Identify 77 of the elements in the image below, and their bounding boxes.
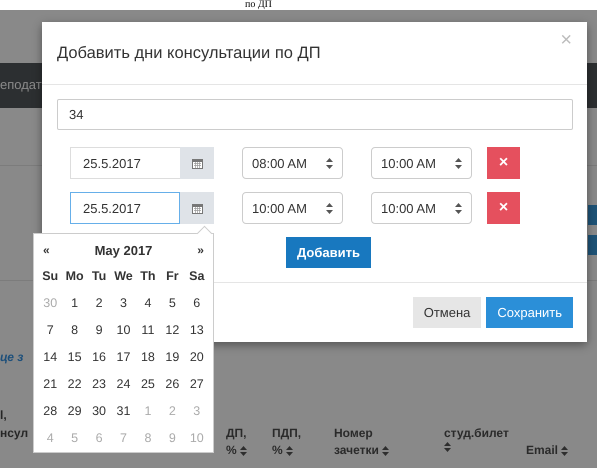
calendar-icon <box>192 202 202 214</box>
calendar-day[interactable]: 27 <box>184 370 209 397</box>
calendar-day[interactable]: 23 <box>86 370 112 397</box>
sort-icon <box>444 442 451 452</box>
calendar-day[interactable]: 25 <box>136 370 160 397</box>
calendar-day[interactable]: 24 <box>111 370 136 397</box>
column-header[interactable]: зачетки <box>334 442 444 459</box>
calendar-icon <box>192 158 202 168</box>
calendar-day[interactable]: 6 <box>184 289 209 316</box>
calendar-day[interactable]: 13 <box>184 316 209 343</box>
date-field[interactable]: 25.5.2017 <box>70 192 180 224</box>
calendar-button[interactable] <box>180 192 214 224</box>
weekday-label: Tu <box>90 268 108 284</box>
spinner-icon <box>326 202 333 214</box>
column-header[interactable]: Email <box>526 442 586 459</box>
calendar-day[interactable]: 22 <box>62 370 87 397</box>
calendar-day[interactable]: 31 <box>111 397 136 424</box>
weekday-label: Sa <box>188 268 206 284</box>
column-header[interactable]: ДП, <box>226 425 272 442</box>
column-header[interactable]: ПДП, <box>272 425 334 442</box>
remove-button[interactable]: × <box>487 147 520 179</box>
calendar-day[interactable]: 30 <box>86 397 112 424</box>
calendar-day[interactable]: 5 <box>160 289 185 316</box>
nav-link[interactable]: еподат <box>0 77 42 92</box>
weekday-label: Mo <box>64 268 85 284</box>
calendar-day[interactable]: 11 <box>136 316 160 343</box>
input-field[interactable]: 34 <box>57 99 573 130</box>
calendar-day[interactable]: 1 <box>62 289 87 316</box>
column-header[interactable]: % <box>226 442 272 459</box>
sort-icon <box>561 446 568 456</box>
prev-month-button[interactable]: « <box>38 243 55 257</box>
calendar-day[interactable]: 14 <box>38 343 62 370</box>
calendar-day[interactable]: 19 <box>160 343 185 370</box>
time-select[interactable]: 10:00 AM <box>371 147 472 179</box>
calendar-day[interactable]: 20 <box>184 343 209 370</box>
spinner-icon <box>455 158 462 168</box>
column-header[interactable]: студ.билет <box>444 425 526 442</box>
weekday-label: Th <box>139 268 157 284</box>
calendar-day[interactable]: 9 <box>86 316 112 343</box>
sort-icon <box>286 446 293 456</box>
weekday-label: Fr <box>165 268 180 284</box>
sort-icon <box>240 446 247 456</box>
page-heading: по ДП <box>245 0 272 10</box>
calendar-day[interactable]: 12 <box>160 316 185 343</box>
column-header: l, <box>0 408 7 422</box>
time-select[interactable]: 10:00 AM <box>242 192 343 224</box>
column-header[interactable]: % <box>272 442 334 459</box>
calendar-day[interactable]: 8 <box>62 316 87 343</box>
calendar-day[interactable]: 29 <box>62 397 87 424</box>
next-month-button[interactable]: » <box>192 243 209 257</box>
calendar-day[interactable]: 17 <box>111 343 136 370</box>
remove-button[interactable]: × <box>487 192 520 224</box>
spinner-icon <box>326 158 333 168</box>
calendar-button[interactable] <box>180 147 214 179</box>
calendar-day[interactable]: 28 <box>38 397 62 424</box>
calendar-day[interactable]: 21 <box>38 370 62 397</box>
column-header: нсул <box>0 426 28 440</box>
calendar-day[interactable]: 16 <box>86 343 112 370</box>
weekday-label: We <box>113 268 134 284</box>
cancel-button[interactable]: Отмена <box>412 297 482 328</box>
spinner-icon <box>455 202 462 214</box>
calendar-day[interactable]: 2 <box>86 289 112 316</box>
time-select[interactable]: 08:00 AM <box>242 147 343 179</box>
calendar-day[interactable]: 18 <box>136 343 160 370</box>
calendar-day[interactable]: 15 <box>62 343 87 370</box>
calendar-day[interactable]: 26 <box>160 370 185 397</box>
calendar-day[interactable]: 7 <box>38 316 62 343</box>
modal-title: Добавить дни консультации по ДП <box>57 44 321 62</box>
column-header[interactable]: Номер <box>334 425 444 442</box>
month-label[interactable]: May 2017 <box>88 242 158 258</box>
calendar-day[interactable]: 10 <box>111 316 136 343</box>
weekday-label: Su <box>41 268 60 284</box>
time-select[interactable]: 10:00 AM <box>371 192 472 224</box>
calendar-day[interactable]: 4 <box>136 289 160 316</box>
add-button[interactable]: Добавить <box>286 237 371 268</box>
sort-icon <box>382 446 389 456</box>
calendar-day[interactable]: 3 <box>111 289 136 316</box>
